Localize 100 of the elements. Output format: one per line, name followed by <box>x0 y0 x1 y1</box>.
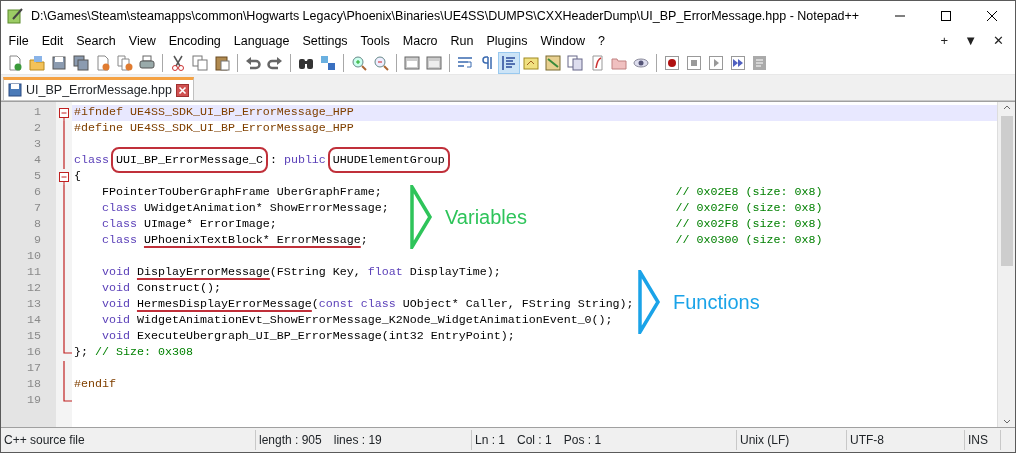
new-tab-button[interactable]: + <box>935 31 954 51</box>
menu-item[interactable]: Settings <box>295 32 355 50</box>
line-number: 5 <box>33 168 41 186</box>
line-number: 15 <box>26 328 41 346</box>
code-text: ExecuteUbergraph_UI_BP_ErrorMessage(int32 EntryPoint); <box>135 329 515 344</box>
preprocessor-directive: #define UE4SS_SDK_UI_BP_ErrorMessage_HPP <box>74 121 354 136</box>
pilcrow-icon <box>479 54 495 71</box>
line-number: 10 <box>26 248 41 266</box>
menu-item[interactable]: Run <box>444 32 480 50</box>
function-list-icon <box>589 54 605 71</box>
vertical-scrollbar[interactable] <box>997 102 1015 427</box>
menu-item[interactable]: Search <box>69 32 123 50</box>
code-text: DisplayTime); <box>408 265 501 280</box>
print-icon <box>139 54 155 71</box>
preprocessor-directive: #endif <box>74 377 116 392</box>
document-list-icon <box>567 54 583 71</box>
underlined-code-text: DisplayErrorMessage <box>136 265 270 280</box>
menu-item[interactable]: Tools <box>354 32 397 50</box>
code-comment: // 0x02F0 (size: 0x8) <box>675 200 823 218</box>
code-comment: // 0x0300 (size: 0x8) <box>675 232 823 250</box>
language-icon <box>523 54 539 71</box>
document-map-icon <box>545 54 561 71</box>
keyword: float <box>367 265 403 280</box>
code-text: : <box>268 153 278 168</box>
line-number: 17 <box>26 360 41 378</box>
scissors-icon <box>170 54 186 71</box>
word-wrap-icon <box>457 54 473 71</box>
keyword: class <box>101 201 137 216</box>
line-number: 19 <box>26 392 41 410</box>
save-icon <box>51 54 67 71</box>
status-text: length : 905 <box>259 432 322 449</box>
code-text: ( <box>311 297 319 312</box>
window-icon <box>404 54 420 71</box>
notepad-icon <box>7 8 23 24</box>
fold-toggle-icon[interactable] <box>58 105 70 121</box>
save-icon <box>8 83 22 97</box>
underlined-code-text: UPhoenixTextBlock* ErrorMessage <box>143 233 361 248</box>
status-text: INS <box>968 432 988 449</box>
keyword: public <box>283 153 327 168</box>
code-text: Construct(); <box>135 281 221 296</box>
line-number: 14 <box>26 312 41 330</box>
status-text: Ln : 1 <box>475 432 506 449</box>
keyword: void <box>101 329 130 344</box>
copy-icon <box>192 54 208 71</box>
menu-item[interactable]: Macro <box>396 32 445 50</box>
preprocessor-directive: #ifndef UE4SS_SDK_UI_BP_ErrorMessage_HPP <box>74 105 354 120</box>
save-macro-icon <box>752 54 768 71</box>
zoom-out-icon <box>373 54 389 71</box>
close-icon[interactable] <box>175 83 189 97</box>
close-all-icon <box>117 54 133 71</box>
file-tab[interactable]: UI_BP_ErrorMessage.hpp <box>3 77 194 100</box>
keyword: class <box>101 217 137 232</box>
play-multiple-icon <box>730 54 746 71</box>
code-comment: // 0x02E8 (size: 0x8) <box>675 184 823 202</box>
play-icon <box>708 54 724 71</box>
line-number: 12 <box>26 280 41 298</box>
line-number: 11 <box>26 264 41 282</box>
fold-end-marker <box>63 393 72 402</box>
line-number: 4 <box>33 152 41 170</box>
undo-icon <box>245 54 261 71</box>
line-number: 18 <box>26 376 41 394</box>
indent-guide-icon <box>501 54 517 71</box>
status-text: UTF-8 <box>850 432 884 449</box>
menu-item[interactable]: Language <box>227 32 296 50</box>
scroll-thumb[interactable] <box>1000 116 1013 266</box>
tab-list-button[interactable]: ▼ <box>959 31 982 51</box>
code-text: FPointerToUberGraphFrame UberGraphFrame; <box>101 185 382 200</box>
underlined-code-text: HermesDisplayErrorMessage <box>136 297 312 312</box>
maximize-icon <box>940 10 952 22</box>
code-text: (FString Key, <box>269 265 362 280</box>
window-icon <box>426 54 442 71</box>
menu-item[interactable]: ? <box>591 32 612 50</box>
keyword: void <box>101 265 131 280</box>
code-comment: // Size: 0x308 <box>94 345 193 360</box>
code-text: UImage* ErrorImage; <box>142 217 277 232</box>
status-text: Pos : 1 <box>563 432 602 449</box>
zoom-in-icon <box>351 54 367 71</box>
circled-code-text: UUI_BP_ErrorMessage_C <box>111 147 268 174</box>
record-icon <box>664 54 680 71</box>
menu-item[interactable]: Plugins <box>479 32 534 50</box>
fold-toggle-icon[interactable] <box>58 169 70 185</box>
menu-item[interactable]: Window <box>533 32 592 50</box>
close-tab-button[interactable]: ✕ <box>988 31 1009 51</box>
menu-item[interactable]: Edit <box>35 32 70 50</box>
menu-item[interactable]: Encoding <box>162 32 228 50</box>
line-number: 1 <box>33 104 41 122</box>
circled-code-text: UHUDElementGroup <box>327 147 450 174</box>
keyword: class <box>101 233 138 248</box>
line-number: 3 <box>33 136 41 154</box>
code-comment: // 0x02F8 (size: 0x8) <box>675 216 823 234</box>
menu-item[interactable]: View <box>122 32 163 50</box>
code-text: }; <box>74 345 88 360</box>
keyword: const class <box>318 297 396 312</box>
code-text: ; <box>360 233 368 248</box>
paste-icon <box>214 54 230 71</box>
code-text: WidgetAnimationEvt_ShowErrorMessage_K2Node_WidgetAnimationEvent_0(); <box>135 313 613 328</box>
status-text: Unix (LF) <box>740 432 790 449</box>
menu-item[interactable]: File <box>2 32 36 50</box>
keyword: void <box>101 313 130 328</box>
window-title: D:\Games\Steam\steamapps\common\Hogwarts Legacy\Phoenix\Binaries\UE4SS\DUMPS\CXXHeaderDump\UI_BP_ErrorMessage.hpp - Notepad++ <box>31 7 861 25</box>
